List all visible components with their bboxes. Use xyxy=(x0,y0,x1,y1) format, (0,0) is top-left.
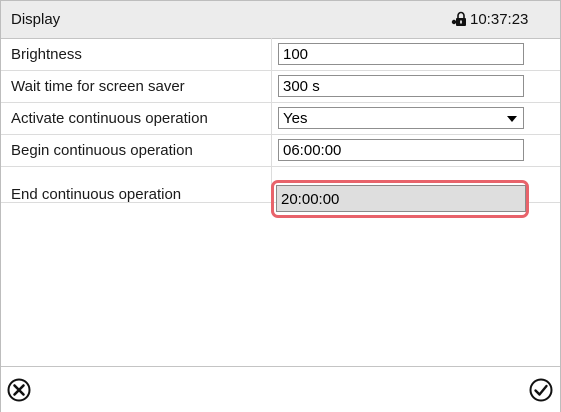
setting-row-brightness: Brightness 100 xyxy=(1,39,560,71)
dropdown-arrow-icon[interactable] xyxy=(507,116,517,122)
setting-label: Wait time for screen saver xyxy=(11,78,185,95)
cancel-icon[interactable] xyxy=(7,378,31,402)
field-value: 100 xyxy=(283,46,309,63)
wait-time-input[interactable]: 300 s xyxy=(278,75,524,97)
setting-row-activate-continuous: Activate continuous operation Yes xyxy=(1,103,560,135)
setting-row-begin-continuous: Begin continuous operation 06:00:00 xyxy=(1,135,560,167)
display-settings-screen: Display 10:37:23 Brightness 100 Wait tim… xyxy=(0,0,561,412)
brightness-input[interactable]: 100 xyxy=(278,43,524,65)
page-title: Display xyxy=(11,11,61,28)
continuous-operation-select[interactable]: Yes xyxy=(278,107,524,129)
field-value: 300 s xyxy=(283,78,320,95)
setting-label: Begin continuous operation xyxy=(11,142,193,159)
field-value: 06:00:00 xyxy=(283,142,342,159)
begin-continuous-input[interactable]: 06:00:00 xyxy=(278,139,524,161)
highlight-box xyxy=(271,180,529,218)
header-bar: Display 10:37:23 xyxy=(1,1,560,39)
setting-label: End continuous operation xyxy=(11,186,182,203)
setting-row-wait-time: Wait time for screen saver 300 s xyxy=(1,71,560,103)
clock-time: 10:37:23 xyxy=(470,11,529,28)
lock-icon xyxy=(451,10,469,28)
setting-label: Activate continuous operation xyxy=(11,110,208,127)
confirm-icon[interactable] xyxy=(529,378,553,402)
setting-label: Brightness xyxy=(11,46,82,63)
footer-bar xyxy=(1,366,560,412)
field-value: Yes xyxy=(283,110,308,127)
